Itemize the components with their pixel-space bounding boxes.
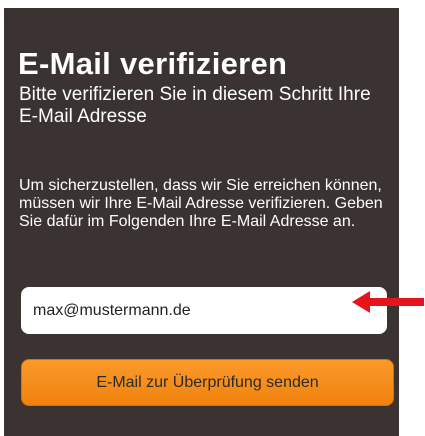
page-title: E-Mail verifizieren — [18, 46, 288, 81]
email-input[interactable] — [21, 287, 387, 334]
page-subtitle: Bitte verifizieren Sie in diesem Schritt… — [19, 84, 371, 127]
verification-panel: E-Mail verifizieren Bitte verifizieren S… — [4, 8, 399, 436]
description-text: Um sicherzustellen, dass wir Sie erreich… — [19, 177, 383, 230]
send-verification-button[interactable]: E-Mail zur Überprüfung senden — [21, 359, 394, 406]
left-arrow-icon — [352, 291, 424, 313]
